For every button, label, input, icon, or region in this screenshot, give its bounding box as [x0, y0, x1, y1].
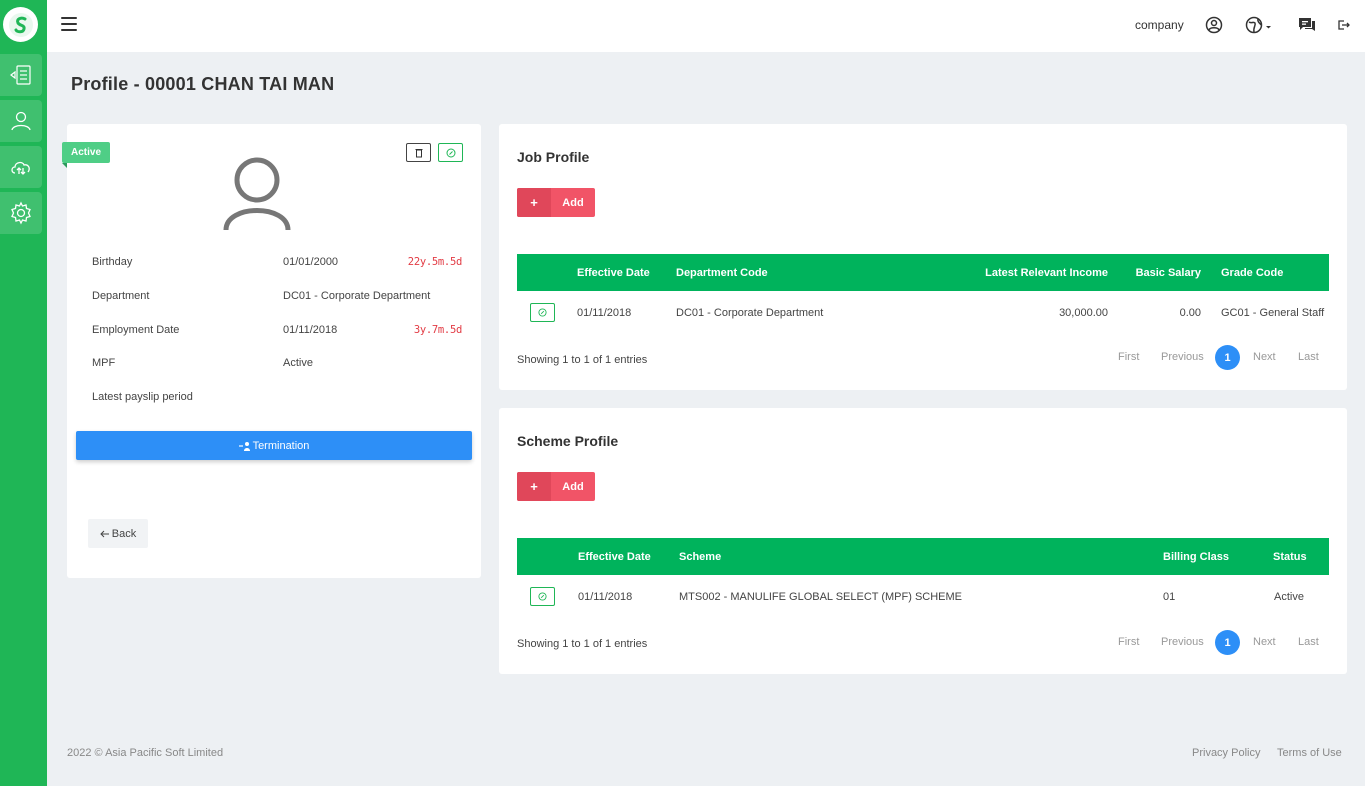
- edit-icon: [446, 148, 455, 157]
- user-icon: [11, 111, 31, 131]
- pager-next[interactable]: Next: [1253, 351, 1276, 363]
- sidebar-item-users[interactable]: [0, 100, 42, 142]
- job-table-header: Effective Date Department Code Latest Re…: [517, 254, 1329, 291]
- plus-icon: +: [517, 472, 551, 501]
- edit-icon: [538, 592, 547, 601]
- cell-effective-date: 01/11/2018: [577, 307, 632, 319]
- cell-effective-date: 01/11/2018: [578, 591, 633, 603]
- terms-of-use-link[interactable]: Terms of Use: [1277, 747, 1342, 759]
- company-label[interactable]: company: [1135, 18, 1184, 32]
- department-value: DC01 - Corporate Department: [283, 290, 431, 302]
- sidebar-item-settings[interactable]: [0, 192, 42, 234]
- cell-scheme: MTS002 - MANULIFE GLOBAL SELECT (MPF) SC…: [679, 591, 963, 603]
- edit-button[interactable]: [438, 143, 463, 162]
- row-edit-button[interactable]: [530, 303, 555, 322]
- row-edit-button[interactable]: [530, 587, 555, 606]
- cell-status: Active: [1274, 591, 1304, 603]
- job-showing-text: Showing 1 to 1 of 1 entries: [517, 354, 648, 366]
- col-latest-income[interactable]: Latest Relevant Income: [985, 267, 1108, 279]
- birthday-label: Birthday: [92, 256, 133, 268]
- cell-department-code: DC01 - Corporate Department: [676, 307, 824, 319]
- job-profile-title: Job Profile: [517, 149, 590, 165]
- chat-icon[interactable]: [1297, 15, 1317, 35]
- mpf-label: MPF: [92, 357, 116, 369]
- department-label: Department: [92, 290, 150, 302]
- pager-first[interactable]: First: [1118, 636, 1139, 648]
- globe-icon[interactable]: [1244, 15, 1272, 35]
- employment-duration: 3y.7m.5d: [413, 324, 462, 336]
- document-list-icon: [10, 65, 31, 85]
- col-effective-date[interactable]: Effective Date: [577, 267, 650, 279]
- employment-date-label: Employment Date: [92, 324, 180, 336]
- cloud-sync-icon: [11, 161, 30, 175]
- edit-icon: [538, 308, 547, 317]
- sidebar: [0, 0, 47, 786]
- avatar-icon: [223, 157, 291, 231]
- employment-date-value: 01/11/2018: [283, 324, 338, 336]
- logo-icon: [8, 12, 33, 37]
- back-button[interactable]: Back: [88, 519, 148, 548]
- col-status[interactable]: Status: [1273, 551, 1307, 563]
- pager-next[interactable]: Next: [1253, 636, 1276, 648]
- termination-label: Termination: [252, 439, 310, 452]
- cell-billing-class: 01: [1163, 591, 1176, 603]
- scheme-pagination: First Previous 1 Next Last: [1118, 630, 1333, 655]
- cell-grade-code: GC01 - General Staff: [1221, 307, 1325, 319]
- col-basic-salary[interactable]: Basic Salary: [1136, 267, 1201, 279]
- pager-previous[interactable]: Previous: [1161, 351, 1204, 363]
- menu-icon[interactable]: [61, 17, 77, 33]
- page-title: Profile - 00001 CHAN TAI MAN: [71, 74, 335, 94]
- table-row: 01/11/2018 DC01 - Corporate Department 3…: [517, 291, 1329, 335]
- birthday-value: 01/01/2000: [283, 256, 339, 268]
- scheme-profile-card: Scheme Profile + Add Effective Date Sche…: [499, 408, 1347, 674]
- pager-first[interactable]: First: [1118, 351, 1139, 363]
- user-circle-icon[interactable]: [1204, 15, 1224, 35]
- pager-current[interactable]: 1: [1215, 345, 1240, 370]
- pager-current[interactable]: 1: [1215, 630, 1240, 655]
- top-bar: company: [47, 0, 1365, 52]
- add-scheme-label: Add: [562, 480, 584, 493]
- delete-button[interactable]: [406, 143, 431, 162]
- gear-icon: [11, 201, 31, 225]
- back-label: Back: [111, 527, 137, 540]
- scheme-table-header: Effective Date Scheme Billing Class Stat…: [517, 538, 1329, 575]
- col-billing-class[interactable]: Billing Class: [1163, 551, 1229, 563]
- app-logo[interactable]: [3, 7, 38, 42]
- col-department-code[interactable]: Department Code: [676, 267, 768, 279]
- pager-previous[interactable]: Previous: [1161, 636, 1204, 648]
- termination-button[interactable]: Termination: [76, 431, 472, 460]
- add-job-label: Add: [562, 196, 584, 209]
- pager-last[interactable]: Last: [1298, 636, 1319, 648]
- scheme-profile-title: Scheme Profile: [517, 433, 619, 449]
- col-scheme[interactable]: Scheme: [679, 551, 721, 563]
- sidebar-item-cloud[interactable]: [0, 146, 42, 188]
- col-grade-code[interactable]: Grade Code: [1221, 267, 1283, 279]
- job-pagination: First Previous 1 Next Last: [1118, 345, 1333, 370]
- job-table: Effective Date Department Code Latest Re…: [517, 254, 1329, 335]
- scheme-showing-text: Showing 1 to 1 of 1 entries: [517, 638, 648, 650]
- job-profile-card: Job Profile + Add Effective Date Departm…: [499, 124, 1347, 390]
- user-minus-icon: [238, 441, 250, 451]
- arrow-left-icon: [100, 530, 109, 537]
- pager-last[interactable]: Last: [1298, 351, 1319, 363]
- cell-basic-salary: 0.00: [1179, 307, 1201, 319]
- logout-icon[interactable]: [1337, 15, 1351, 35]
- profile-card: Active Birthday 01/01/2000 22y.5m.5d Dep…: [62, 124, 481, 578]
- copyright-text: 2022 © Asia Pacific Soft Limited: [67, 747, 224, 759]
- privacy-policy-link[interactable]: Privacy Policy: [1192, 747, 1260, 759]
- trash-icon: [415, 148, 422, 157]
- mpf-value: Active: [283, 357, 313, 369]
- status-badge: Active: [62, 142, 111, 168]
- col-effective-date[interactable]: Effective Date: [578, 551, 651, 563]
- cell-income: 30,000.00: [1059, 307, 1108, 319]
- scheme-table: Effective Date Scheme Billing Class Stat…: [517, 538, 1329, 619]
- table-row: 01/11/2018 MTS002 - MANULIFE GLOBAL SELE…: [517, 575, 1329, 619]
- add-scheme-button[interactable]: + Add: [517, 472, 595, 501]
- payslip-label: Latest payslip period: [92, 391, 193, 403]
- add-job-button[interactable]: + Add: [517, 188, 595, 217]
- age-value: 22y.5m.5d: [407, 256, 463, 268]
- plus-icon: +: [517, 188, 551, 217]
- sidebar-item-documents[interactable]: [0, 54, 42, 96]
